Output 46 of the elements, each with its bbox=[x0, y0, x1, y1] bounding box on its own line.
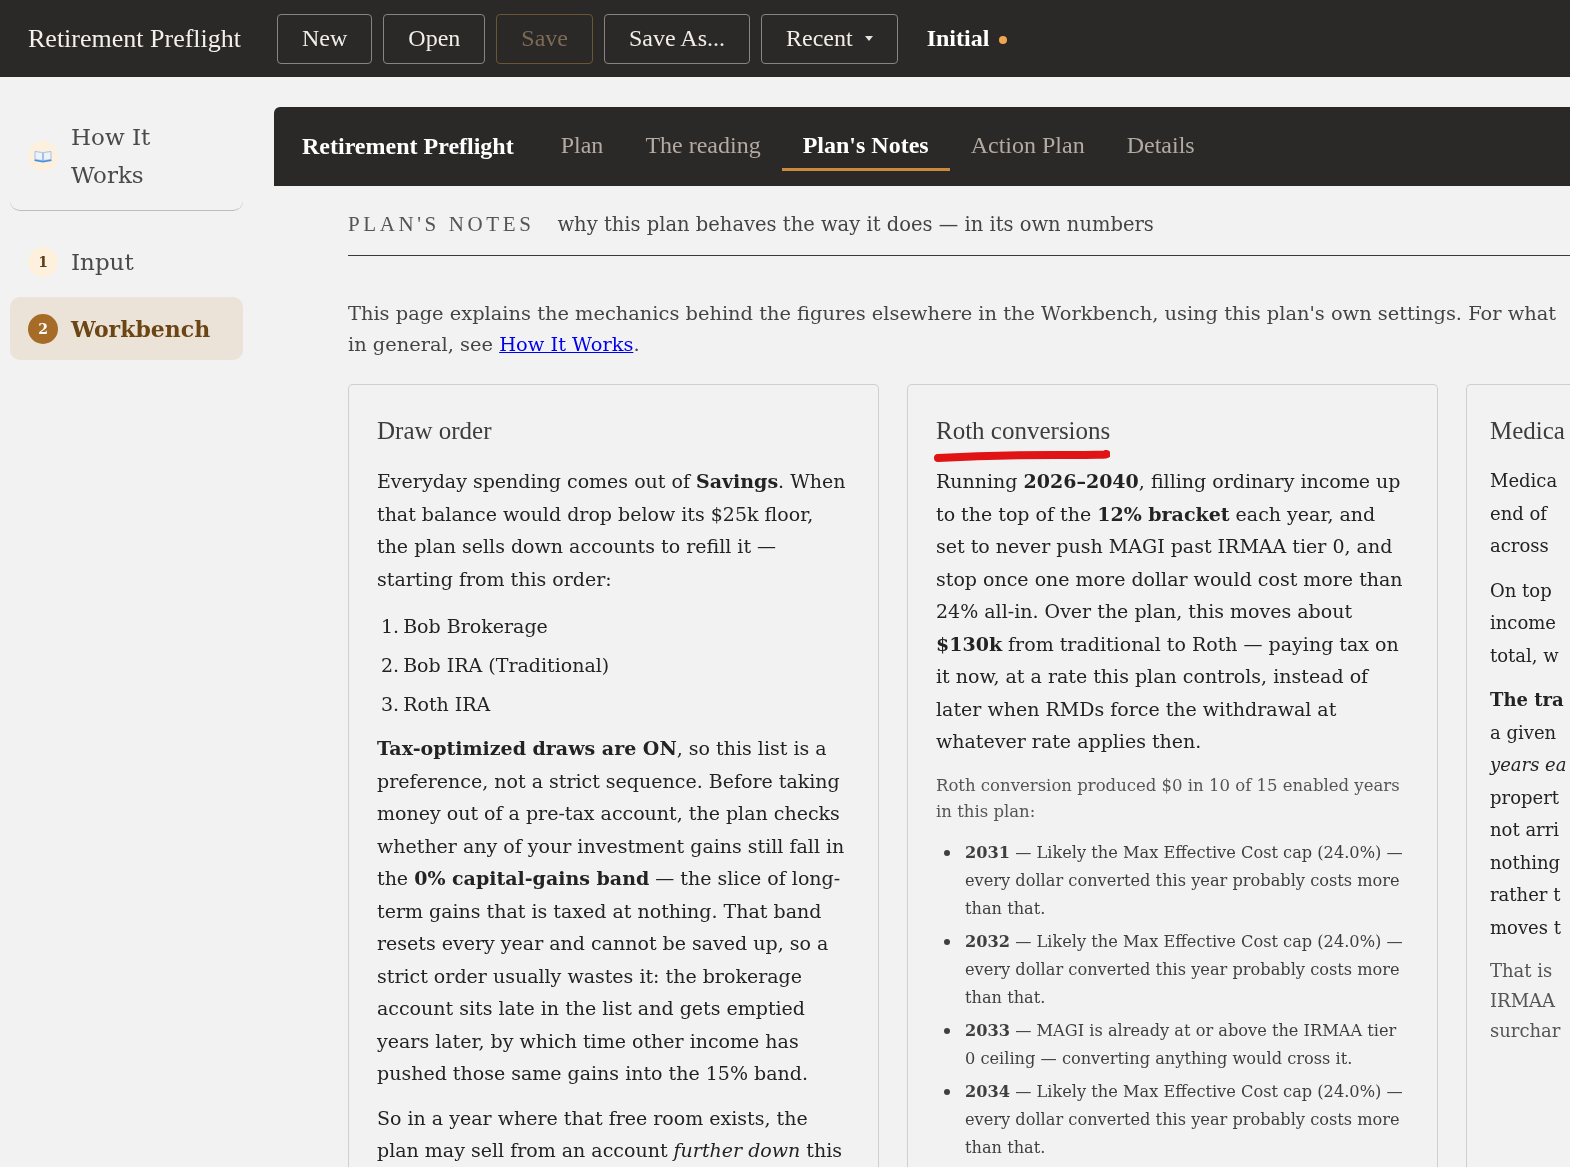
tab[interactable]: Plan's Notes bbox=[781, 123, 950, 171]
list-item-text: 2033 — MAGI is already at or above the IRMAA tier 0 ceiling — converting anything would cross it. bbox=[965, 1019, 1398, 1070]
card-title: Draw order bbox=[377, 416, 493, 446]
how-it-works-link[interactable]: How It Works bbox=[499, 333, 634, 356]
intro-text: This page explains the mechanics behind the figures elsewhere in the Workbench, using this plan's own settings. For what in general, see How It Works. bbox=[348, 301, 1558, 358]
sidebar-item[interactable]: How It Works bbox=[10, 100, 243, 211]
card-note: Roth conversion produced $0 in 10 of 15 enabled years in this plan: bbox=[936, 774, 1401, 823]
list-item-text: 2031 — Likely the Max Effective Cost cap (24.0%) — every dollar converted this year probably costs more than that. bbox=[965, 841, 1404, 920]
card-paragraph: The tra a given years ea propert not arri nothing rather t moves t bbox=[1490, 688, 1568, 940]
tab[interactable]: The reading bbox=[624, 123, 782, 171]
section-title: PLAN'S NOTES bbox=[348, 211, 535, 238]
nav-brand: Retirement Preflight bbox=[302, 133, 514, 160]
card-paragraph: Tax-optimized draws are ON, so this list is a preference, not a strict sequence. Before taking money out of a pre-tax account, the plan checks whether any of your investment gains still fall in the 0% capital-gains band — the slice of long-term gains that is taxed at nothing. That band resets every year and cannot be saved up, so a strict order usually wastes it: the brokerage account sits late in the list and gets emptied years later, by which time other income has pushed those same gains into the 15% band. bbox=[377, 736, 846, 1086]
caret-icon bbox=[864, 36, 873, 41]
card-paragraph: Running 2026–2040, filling ordinary income up to the top of the 12% bracket each year, and set to never push MAGI past IRMAA tier 0, and stop once one more dollar would cost more than 24% all-in. Over the plan, this moves about $130k from traditional to Roth — paying tax on it now, at a rate this plan controls, instead of later when RMDs force the withdrawal at whatever rate applies then. bbox=[936, 469, 1404, 754]
toolbar-button[interactable]: Open bbox=[383, 13, 486, 64]
book-icon bbox=[28, 141, 58, 171]
list-item-text: 2034 — Likely the Max Effective Cost cap (24.0%) — every dollar converted this year probably costs more than that. bbox=[965, 1080, 1404, 1159]
list-item-text: 2032 — Likely the Max Effective Cost cap (24.0%) — every dollar converted this year probably costs more than that. bbox=[965, 930, 1404, 1009]
step-badge: 2 bbox=[28, 313, 58, 344]
card-note: That is IRMAA surchar bbox=[1490, 959, 1562, 1043]
section-subtitle: why this plan behaves the way it does — in its own numbers bbox=[557, 212, 1154, 238]
tab[interactable]: Action Plan bbox=[949, 123, 1106, 171]
bullet-icon bbox=[944, 938, 950, 945]
tab[interactable]: Details bbox=[1105, 123, 1216, 171]
step-badge: 1 bbox=[28, 246, 58, 277]
card-title: Roth conversions bbox=[936, 416, 1112, 446]
list-item: 1. Bob Brokerage bbox=[381, 614, 549, 639]
card-title: Medica bbox=[1490, 416, 1566, 446]
toolbar-button[interactable]: New bbox=[277, 13, 373, 64]
tab[interactable]: Plan bbox=[539, 123, 625, 171]
card-paragraph: So in a year where that free room exists, the plan may sell from an account further down this bbox=[377, 1105, 843, 1163]
list-item: 3. Roth IRA bbox=[381, 692, 492, 717]
app-title: Retirement Preflight bbox=[28, 23, 241, 54]
card-paragraph: Everyday spending comes out of Savings. When that balance would drop below its $25k floor, the plan sells down accounts to refill it — starting from this order: bbox=[377, 469, 847, 592]
bullet-icon bbox=[944, 1027, 950, 1034]
list-item: 2. Bob IRA (Traditional) bbox=[381, 653, 611, 678]
sidebar-item[interactable]: 1 Input bbox=[10, 230, 243, 293]
dropdown-button[interactable]: Recent bbox=[761, 13, 898, 64]
plan-name: Initial bbox=[926, 25, 990, 52]
card-paragraph: Medica end of across bbox=[1490, 469, 1559, 558]
card-paragraph: On top income total, w bbox=[1490, 578, 1560, 668]
toolbar-button[interactable]: Save As... bbox=[604, 13, 750, 64]
bullet-icon bbox=[944, 1088, 950, 1095]
sidebar-item[interactable]: 2 Workbench bbox=[10, 297, 243, 360]
bullet-icon bbox=[944, 849, 950, 856]
